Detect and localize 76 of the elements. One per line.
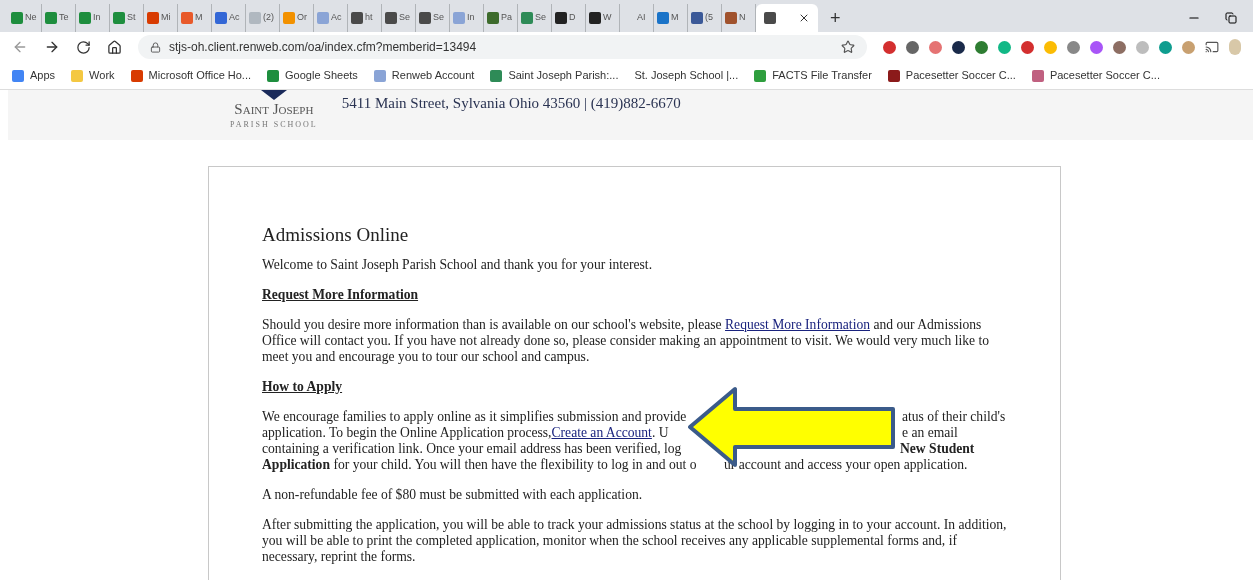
logo-chevron-icon	[260, 90, 287, 100]
section-heading: How to Apply	[262, 379, 344, 395]
extension-icon[interactable]	[952, 40, 965, 54]
bookmark-label: Google Sheets	[285, 68, 358, 84]
forward-icon[interactable]	[44, 39, 60, 55]
tab-title: Pa	[501, 11, 512, 25]
tab-title: St	[127, 11, 136, 25]
page-title: Admissions Online	[262, 227, 410, 243]
tab-title: Se	[433, 11, 444, 25]
text-fragment: containing a verification link. Once your email address has been verified, log	[262, 441, 682, 457]
bookmark-label: Microsoft Office Ho...	[148, 68, 252, 84]
info-paragraph: Should you desire more information than is available on our school's website, please Request More Information and our Admissions Office will contact you. If you have not already done so, please consider making an appointment to visit. We would very much like to meet you and encourage you to tour our school and campus.	[262, 317, 990, 365]
bookmark-label: Apps	[30, 68, 56, 84]
star-icon[interactable]	[841, 40, 855, 54]
tab-title: Se	[535, 11, 546, 25]
bookmark-label: Saint Joseph Parish:...	[508, 68, 619, 84]
tab-title: D	[569, 11, 576, 25]
text-fragment: Application for your child. You will then have the flexibility to log in and out o	[262, 457, 697, 473]
bookmark-label: Pacesetter Soccer C...	[1049, 68, 1160, 84]
tab-title: In	[93, 11, 101, 25]
back-icon[interactable]	[12, 39, 28, 55]
bookmark[interactable]: Google Sheets	[267, 67, 358, 84]
bookmark[interactable]: Saint Joseph Parish:...	[490, 67, 619, 84]
tab-title: Ne	[25, 11, 37, 25]
request-info-link[interactable]: Request More Information	[725, 317, 870, 332]
tab-title: Se	[399, 11, 410, 25]
logo-subtitle: PARISH SCHOOL	[230, 118, 318, 131]
tracking-paragraph: After submitting the application, you will be able to track your admissions status at the school by logging in to your account. In addition, you will be able to print the completed application, monitor when the school receives any applicable supplemental forms and, if necessary, reprint the forms.	[262, 517, 1008, 565]
bookmark-label: FACTS File Transfer	[772, 68, 872, 84]
lock-icon	[150, 41, 161, 53]
cast-icon[interactable]	[1205, 40, 1219, 54]
bookmark[interactable]: Pacesetter Soccer C...	[1031, 67, 1160, 84]
tab-title: (2)	[263, 11, 274, 25]
fee-text: A non-refundable fee of $80 must be submitted with each application.	[262, 487, 644, 503]
text-fragment: New Student	[900, 441, 975, 457]
tab-title: AI	[637, 11, 646, 25]
url-text: stjs-oh.client.renweb.com/oa/index.cfm?memberid=13494	[169, 39, 477, 56]
browser-tab[interactable]	[756, 4, 818, 32]
tab-title: N	[739, 11, 746, 25]
bookmark[interactable]: FACTS File Transfer	[754, 67, 872, 84]
tab-title: Te	[59, 11, 69, 25]
tab-title: In	[467, 11, 475, 25]
tab-title: M	[671, 11, 679, 25]
close-icon[interactable]	[798, 12, 810, 24]
new-tab-button[interactable]: +	[818, 4, 853, 32]
restore-icon[interactable]	[1225, 12, 1237, 24]
text-fragment: atus of their child's	[902, 409, 1006, 425]
bookmark-label: Pacesetter Soccer C...	[905, 68, 1016, 84]
text-fragment: application. To begin the Online Application process,	[262, 425, 552, 441]
section-heading: Request More Information	[262, 287, 420, 303]
bookmark[interactable]: Work	[71, 67, 115, 84]
create-account-link[interactable]: Create an Account	[551, 425, 652, 441]
logo-name: Saint Joseph	[234, 100, 314, 119]
tab-title: (5	[705, 11, 713, 25]
bookmark-label: Work	[89, 68, 115, 84]
bookmark-label: Renweb Account	[391, 68, 475, 84]
bookmark[interactable]: Pacesetter Soccer C...	[887, 67, 1016, 84]
bookmark[interactable]: Renweb Account	[373, 67, 475, 84]
text-fragment: e an email	[902, 425, 958, 441]
tab-title: Mi	[161, 11, 171, 25]
text-fragment: . U	[651, 425, 669, 441]
tab-title: Ac	[331, 11, 342, 25]
tab-title: Or	[297, 11, 307, 25]
bookmark[interactable]: Microsoft Office Ho...	[130, 67, 252, 84]
bookmark[interactable]: Apps	[12, 67, 56, 84]
address-text: 5411 Main Street, Sylvania Ohio 43560 | (419)882-6670	[341, 94, 681, 113]
text-fragment: We encourage families to apply online as it simplifies submission and provide	[262, 409, 687, 425]
tab-title: Ac	[229, 11, 240, 25]
welcome-text: Welcome to Saint Joseph Parish School and thank you for your interest.	[262, 257, 654, 273]
address-bar[interactable]: stjs-oh.client.renweb.com/oa/index.cfm?memberid=13494	[138, 35, 867, 59]
home-icon[interactable]	[107, 39, 122, 55]
reload-icon[interactable]	[76, 39, 91, 55]
tab-title: ht	[365, 11, 373, 25]
bookmark[interactable]: St. Joseph School |...	[634, 67, 739, 84]
tab-title: M	[195, 11, 203, 25]
tab-title: W	[603, 11, 612, 25]
